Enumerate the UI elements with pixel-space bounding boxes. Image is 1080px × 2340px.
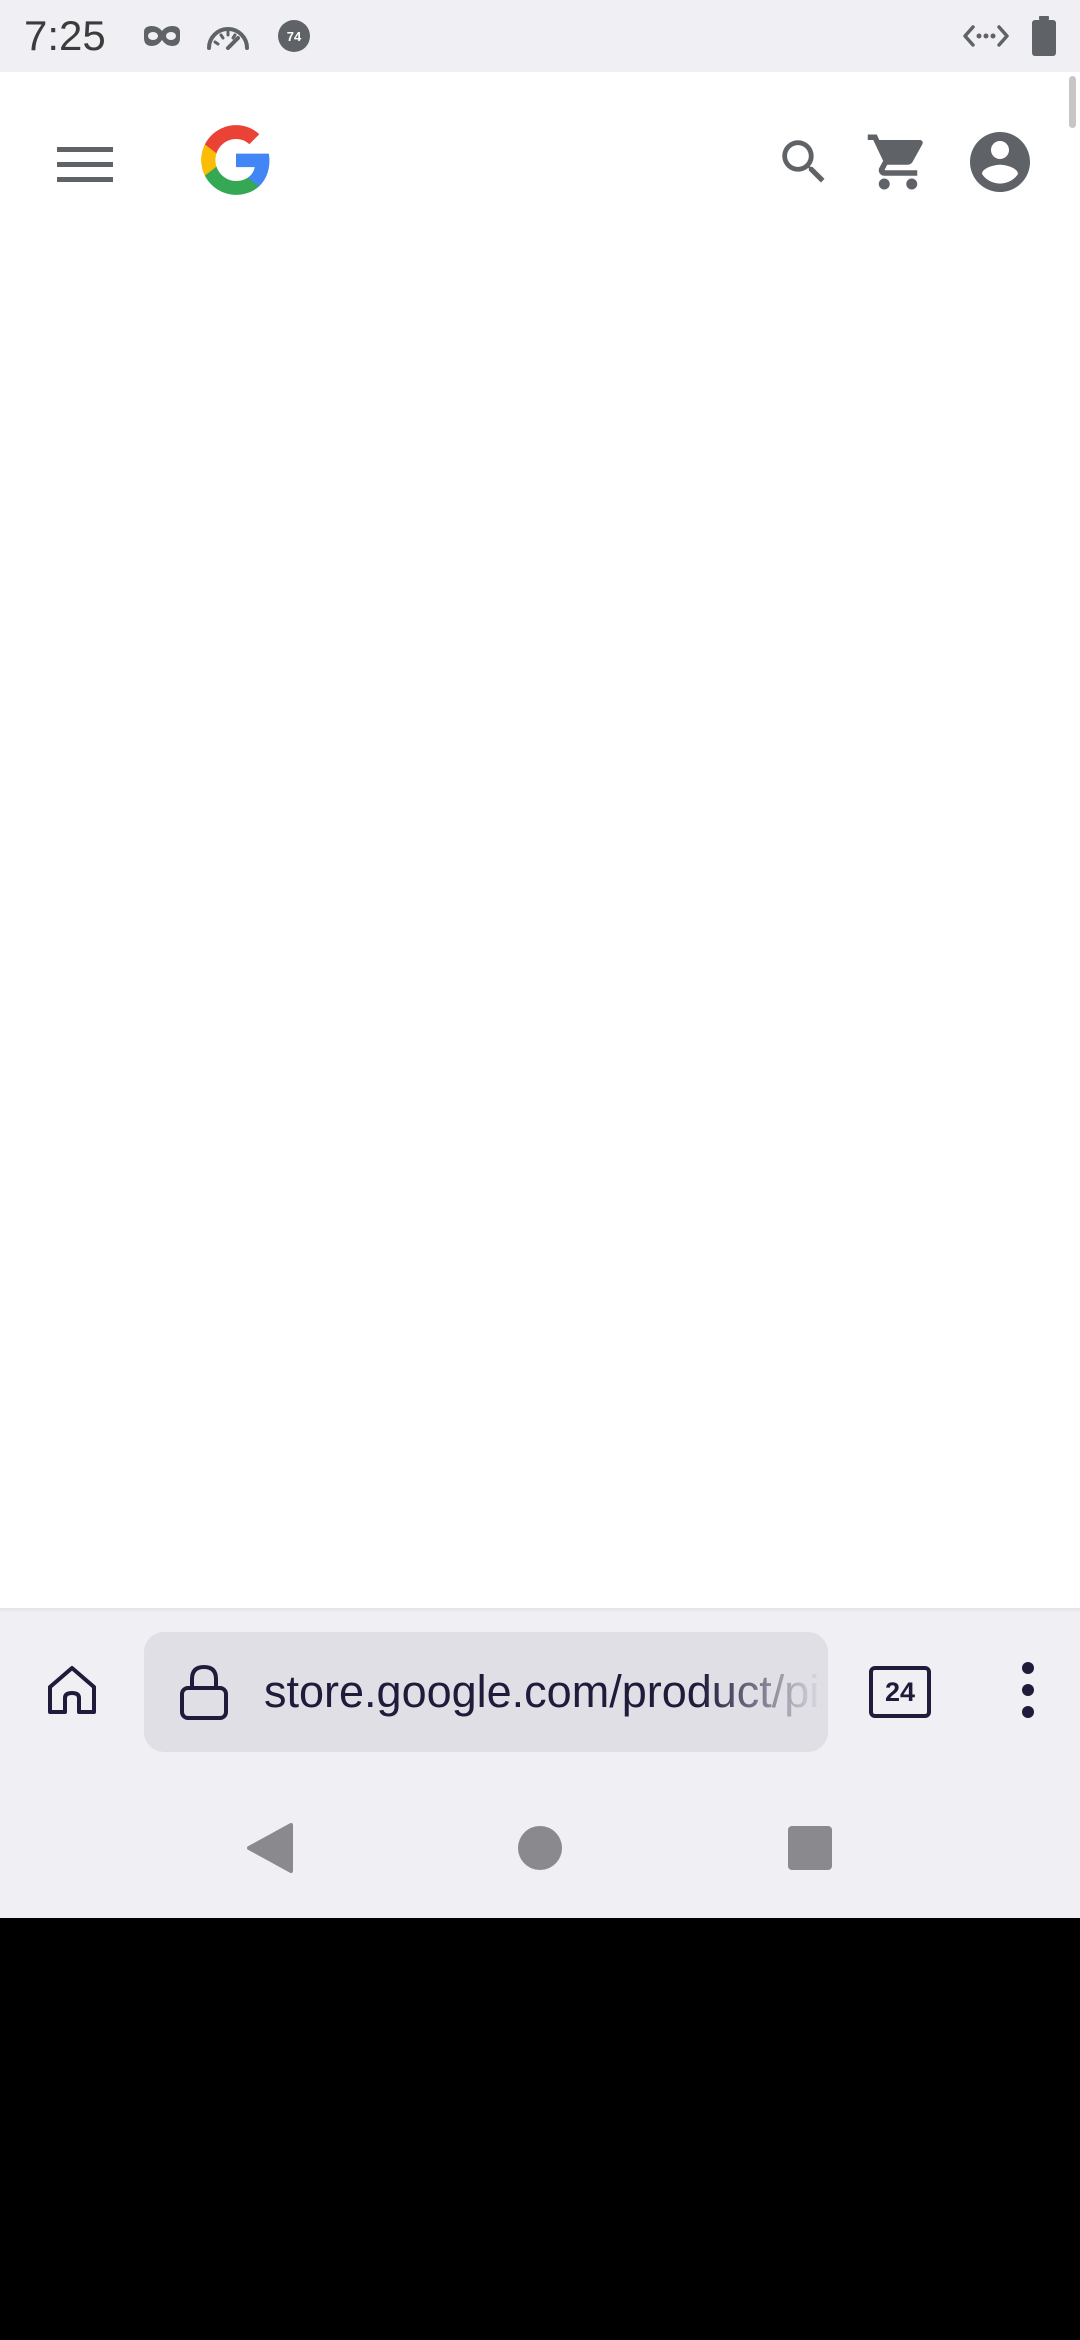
cart-icon <box>865 129 931 200</box>
notification-count-icon: 74 <box>276 14 312 58</box>
menu-button[interactable] <box>40 122 130 212</box>
battery-icon <box>1030 14 1058 58</box>
web-page-content[interactable] <box>0 72 1080 1608</box>
search-button[interactable] <box>762 116 846 212</box>
url-text[interactable]: store.google.com/product/pixel <box>264 1632 824 1752</box>
cart-button[interactable] <box>856 116 940 212</box>
back-icon <box>245 1821 295 1880</box>
home-button[interactable] <box>24 1644 120 1740</box>
google-logo-link[interactable] <box>188 114 284 210</box>
phone-screen: 7:25 74 store.google.com/product/pixel 2… <box>0 0 1080 2340</box>
home-icon <box>42 1660 102 1725</box>
tab-switcher-button[interactable]: 24 <box>852 1644 948 1740</box>
url-bar[interactable]: store.google.com/product/pixel <box>144 1632 828 1752</box>
black-letterbox <box>0 1918 1080 2340</box>
account-icon <box>964 126 1036 203</box>
home-circle-icon <box>517 1825 563 1876</box>
recents-icon <box>787 1825 833 1876</box>
notification-count-label: 74 <box>286 28 302 44</box>
overflow-menu-button[interactable] <box>980 1644 1076 1740</box>
status-bar: 7:25 74 <box>0 0 1080 72</box>
status-time: 7:25 <box>24 12 106 59</box>
google-logo <box>198 122 274 203</box>
search-icon <box>775 133 833 196</box>
menu-icon <box>57 145 113 190</box>
page-scrollbar[interactable] <box>1069 76 1076 128</box>
incognito-icon <box>140 14 184 58</box>
browser-toolbar: store.google.com/product/pixel 24 <box>0 1608 1080 1780</box>
toolbar-divider <box>0 1608 1080 1612</box>
code-arrows-icon <box>962 14 1010 58</box>
system-navigation-bar <box>0 1780 1080 1918</box>
back-button[interactable] <box>220 1800 320 1900</box>
home-nav-button[interactable] <box>490 1800 590 1900</box>
lock-icon[interactable] <box>172 1660 236 1724</box>
overflow-menu-icon <box>1020 1660 1036 1725</box>
tab-count: 24 <box>869 1666 931 1718</box>
account-button[interactable] <box>952 116 1048 212</box>
recents-button[interactable] <box>760 1800 860 1900</box>
speedometer-icon <box>204 14 252 58</box>
